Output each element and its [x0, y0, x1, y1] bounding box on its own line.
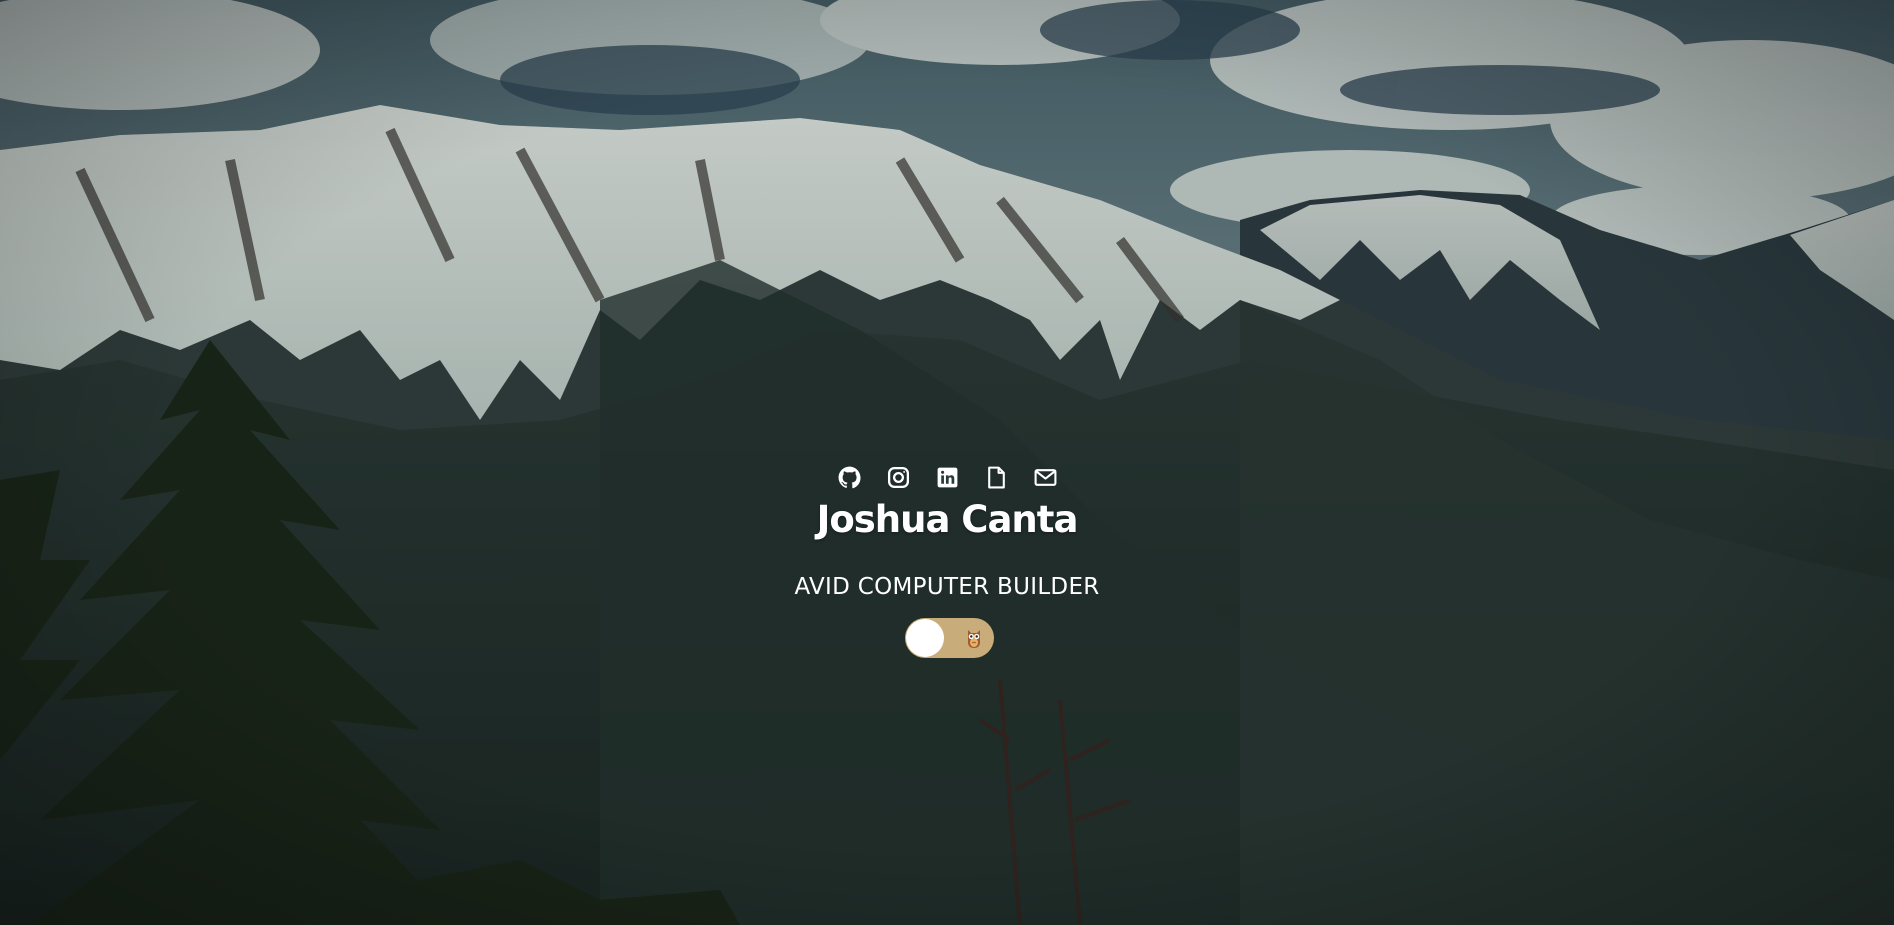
theme-toggle[interactable]: [905, 618, 994, 658]
instagram-link[interactable]: [886, 465, 911, 490]
hero-section: Joshua Canta AVID COMPUTER BUILDER: [0, 0, 1894, 925]
linkedin-link[interactable]: [935, 465, 960, 490]
document-icon: [987, 466, 1005, 489]
linkedin-icon: [937, 467, 957, 488]
instagram-icon: [887, 466, 909, 489]
social-links: [0, 465, 1894, 490]
toggle-knob: [906, 619, 944, 657]
email-icon: [1034, 469, 1056, 486]
email-link[interactable]: [1033, 465, 1058, 490]
profile-tagline: AVID COMPUTER BUILDER: [794, 574, 1100, 600]
github-link[interactable]: [837, 465, 862, 490]
resume-link[interactable]: [984, 465, 1009, 490]
owl-icon: [968, 630, 980, 648]
github-icon: [838, 466, 861, 489]
profile-name: Joshua Canta: [816, 498, 1079, 541]
